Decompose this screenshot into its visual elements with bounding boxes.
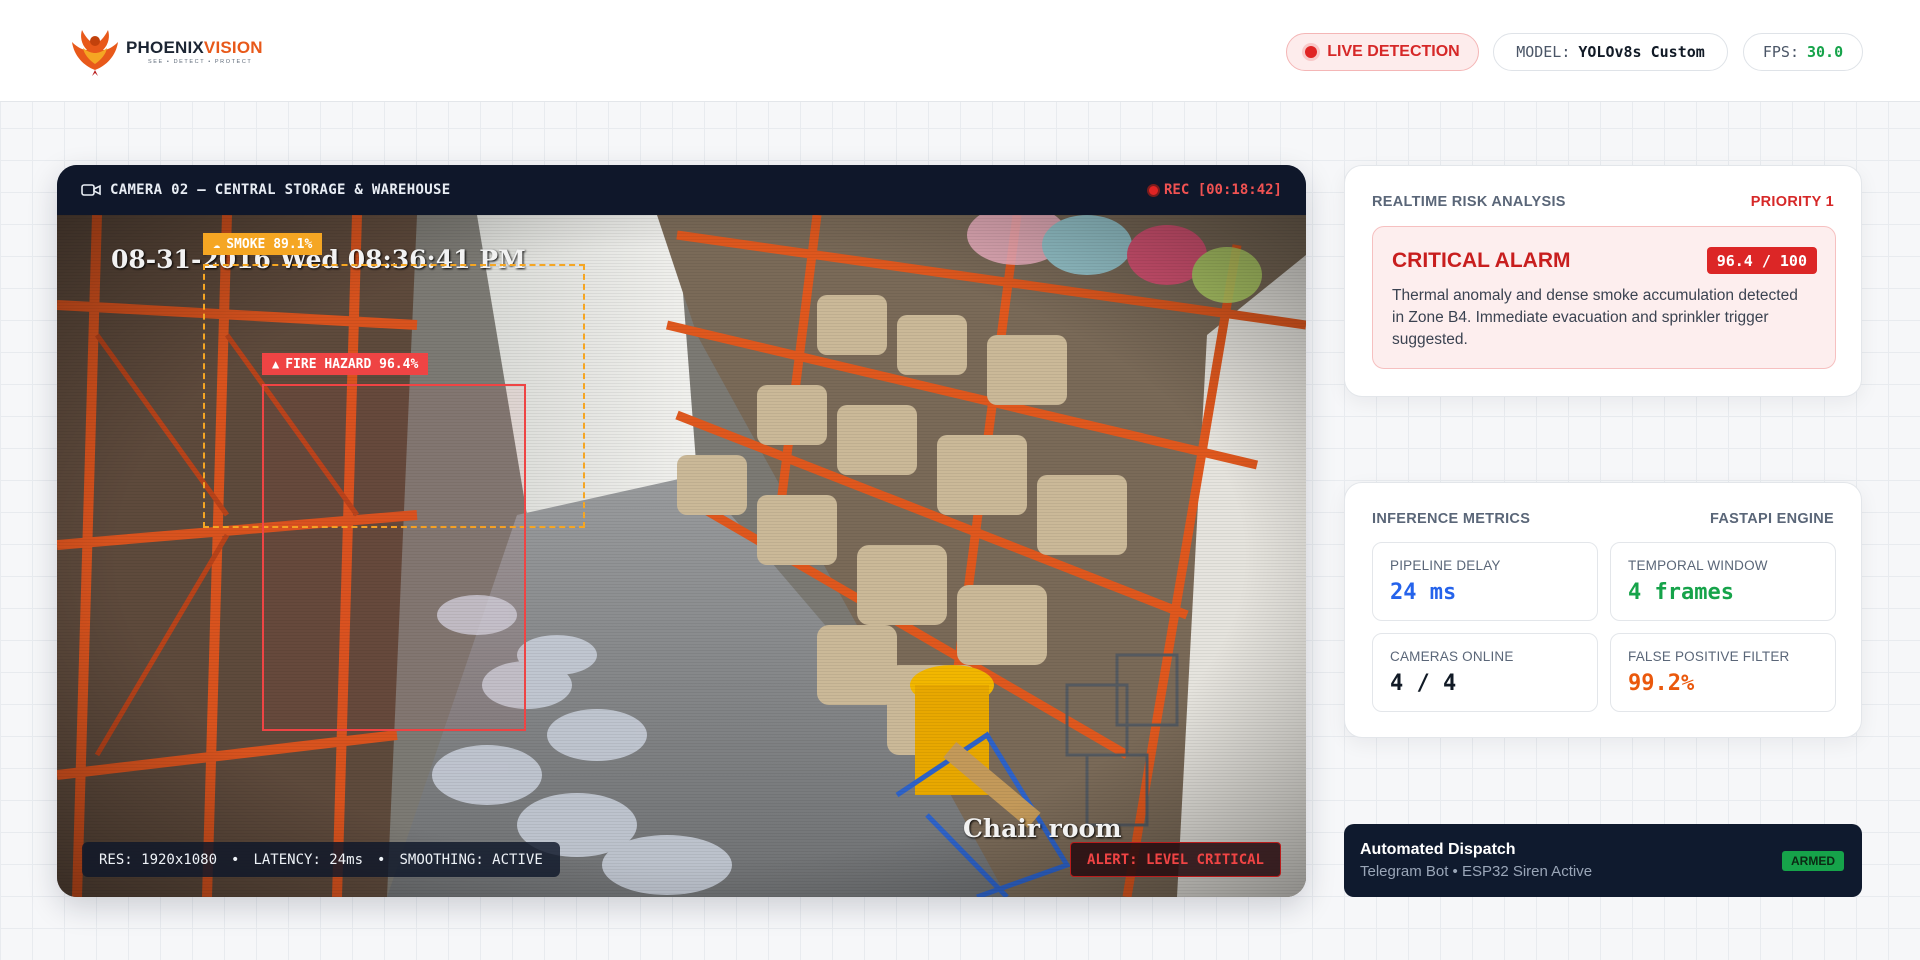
model-pill: MODEL: YOLOv8s Custom: [1493, 33, 1728, 71]
recording-time: REC [00:18:42]: [1163, 182, 1282, 198]
separator: •: [377, 851, 386, 868]
camera-video-frame[interactable]: 08-31-2016 Wed 08:36:41 PM Chair room ☁ …: [57, 215, 1306, 897]
fire-icon: ▲: [272, 357, 280, 371]
dispatch-title: Automated Dispatch: [1360, 841, 1516, 858]
risk-score-badge: 96.4 / 100: [1706, 247, 1817, 274]
video-camera-icon: [81, 184, 101, 196]
separator: •: [231, 851, 240, 868]
metrics-heading: INFERENCE METRICS: [1372, 511, 1531, 527]
metric-value: 99.2%: [1628, 671, 1695, 696]
smoke-icon: ☁: [213, 237, 221, 251]
alarm-title: CRITICAL ALARM: [1392, 249, 1571, 272]
fps-pill: FPS: 30.0: [1743, 33, 1863, 71]
metric-cameras-online: CAMERAS ONLINE 4 / 4: [1372, 633, 1598, 712]
model-key: MODEL:: [1516, 43, 1571, 61]
phoenix-logo-icon: [72, 30, 118, 76]
critical-alarm-box: CRITICAL ALARM 96.4 / 100 Thermal anomal…: [1372, 226, 1836, 369]
fps-key: FPS:: [1762, 43, 1799, 61]
live-dot-icon: [1305, 46, 1318, 58]
metric-label: TEMPORAL WINDOW: [1628, 558, 1768, 573]
metric-label: PIPELINE DELAY: [1390, 558, 1501, 573]
metric-label: CAMERAS ONLINE: [1390, 649, 1514, 664]
alarm-description: Thermal anomaly and dense smoke accumula…: [1392, 287, 1798, 348]
smoke-detection-tag: ☁ SMOKE 89.1%: [203, 233, 323, 255]
engine-label: FASTAPI ENGINE: [1710, 511, 1834, 527]
risk-analysis-card: REALTIME RISK ANALYSIS PRIORITY 1 CRITIC…: [1344, 165, 1862, 397]
live-detection-label: LIVE DETECTION: [1327, 43, 1460, 60]
brand-tagline: SEE • DETECT • PROTECT: [148, 59, 253, 65]
osd-room-label: Chair room: [963, 814, 1122, 843]
metric-false-positive-filter: FALSE POSITIVE FILTER 99.2%: [1610, 633, 1836, 712]
brand-logo[interactable]: PHOENIXVISION SEE • DETECT • PROTECT: [68, 26, 288, 78]
metric-pipeline-delay: PIPELINE DELAY 24 ms: [1372, 542, 1598, 621]
risk-heading: REALTIME RISK ANALYSIS: [1372, 194, 1566, 210]
resolution-readout: RES: 1920x1080: [99, 851, 218, 868]
dispatch-subtitle: Telegram Bot • ESP32 Siren Active: [1360, 863, 1593, 880]
risk-card-header: REALTIME RISK ANALYSIS PRIORITY 1: [1372, 194, 1834, 210]
fps-value: 30.0: [1807, 43, 1844, 61]
camera-feed-panel: CAMERA 02 — CENTRAL STORAGE & WAREHOUSE …: [57, 165, 1306, 897]
fire-detection-box[interactable]: [262, 384, 526, 731]
top-header: PHOENIXVISION SEE • DETECT • PROTECT LIV…: [0, 0, 1920, 102]
inference-metrics-card: INFERENCE METRICS FASTAPI ENGINE PIPELIN…: [1344, 482, 1862, 738]
record-dot-icon: [1146, 183, 1160, 197]
smoke-detection-label: SMOKE 89.1%: [226, 236, 313, 252]
live-detection-badge: LIVE DETECTION: [1286, 33, 1479, 71]
fire-detection-label: FIRE HAZARD 96.4%: [285, 356, 419, 372]
recording-indicator: REC [00:18:42]: [1146, 182, 1282, 198]
stream-info-bar: RES: 1920x1080 • LATENCY: 24ms • SMOOTHI…: [82, 842, 560, 877]
priority-badge: PRIORITY 1: [1750, 194, 1834, 210]
metric-value: 24 ms: [1390, 580, 1457, 605]
automated-dispatch-panel[interactable]: Automated Dispatch Telegram Bot • ESP32 …: [1344, 824, 1862, 897]
fire-detection-tag: ▲ FIRE HAZARD 96.4%: [262, 353, 429, 375]
camera-title-bar: CAMERA 02 — CENTRAL STORAGE & WAREHOUSE …: [57, 165, 1306, 215]
metric-label: FALSE POSITIVE FILTER: [1628, 649, 1790, 664]
alert-level-badge: ALERT: LEVEL CRITICAL: [1069, 842, 1281, 877]
armed-status-badge: ARMED: [1782, 851, 1844, 871]
smoothing-readout: SMOOTHING: ACTIVE: [399, 851, 543, 868]
metric-temporal-window: TEMPORAL WINDOW 4 frames: [1610, 542, 1836, 621]
camera-title: CAMERA 02 — CENTRAL STORAGE & WAREHOUSE: [110, 182, 451, 198]
model-value: YOLOv8s Custom: [1578, 43, 1705, 61]
latency-readout: LATENCY: 24ms: [253, 851, 364, 868]
brand-name: PHOENIXVISION: [126, 38, 263, 57]
metric-value: 4 / 4: [1390, 671, 1457, 696]
metrics-card-header: INFERENCE METRICS FASTAPI ENGINE: [1372, 511, 1834, 527]
metric-value: 4 frames: [1628, 580, 1734, 605]
